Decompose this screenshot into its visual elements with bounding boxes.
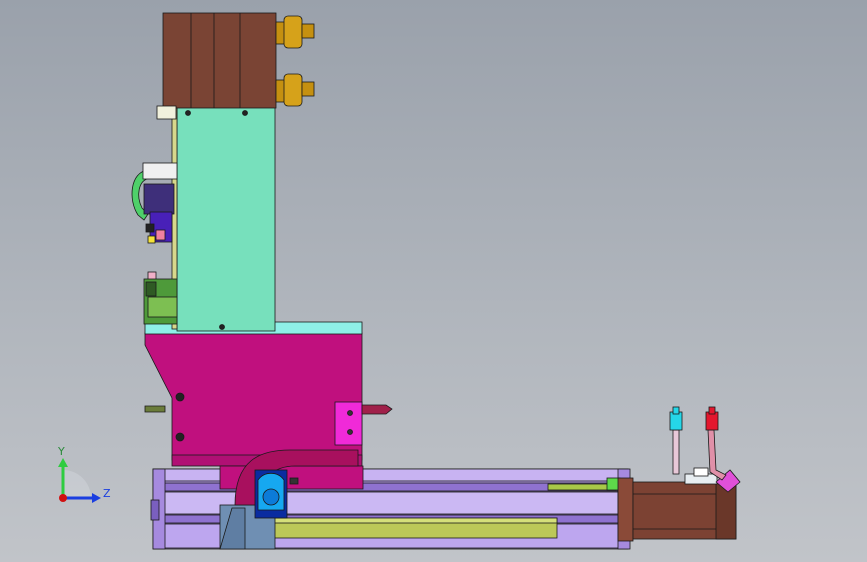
axis-triad-icon: Y Z	[57, 445, 111, 503]
y-axis-label: Y	[57, 445, 65, 458]
cad-viewport[interactable]: Y Z	[0, 0, 867, 562]
z-axis-label: Z	[103, 487, 111, 500]
